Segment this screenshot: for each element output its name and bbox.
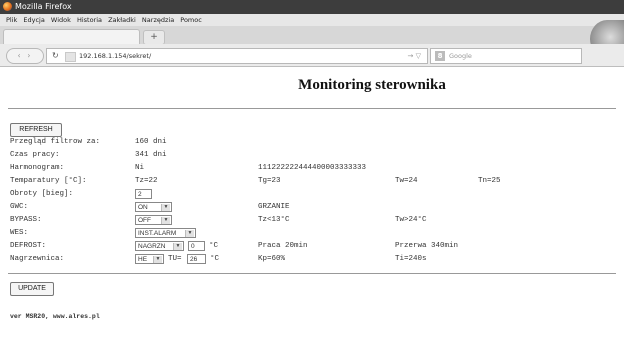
label-filtry: Przegląd filtrow za: (10, 138, 101, 146)
nagrzewnica-select[interactable]: HE ▼ (135, 254, 164, 264)
bypass-select[interactable]: OFF ▼ (135, 215, 172, 225)
search-placeholder: Google (449, 52, 472, 60)
value-tw: Tw=24 (395, 177, 418, 185)
go-arrow-icon[interactable]: → ▽ (408, 49, 421, 63)
url-text: 192.168.1.154/sekret/ (79, 52, 152, 60)
back-forward-button[interactable]: ‹ › (6, 48, 44, 64)
update-button[interactable]: UPDATE (10, 282, 54, 296)
label-temperatury: Temparatury [°C]: (10, 177, 87, 185)
chevron-down-icon[interactable]: ▼ (173, 243, 182, 250)
site-identity-icon[interactable] (65, 52, 76, 62)
address-bar[interactable]: ↻ 192.168.1.154/sekret/ → ▽ (46, 48, 428, 64)
menu-bar: Plik Edycja Widok Historia Zakładki Narz… (0, 14, 624, 26)
page-content: Monitoring sterownika REFRESH Przegląd f… (0, 67, 624, 355)
label-gwc: GWC: (10, 203, 29, 211)
wes-select-value: INST.ALARM (138, 230, 177, 237)
row-gwc: GWC: ON ▼ GRZANIE (10, 202, 610, 214)
defrost-przerwa: Przerwa 340min (395, 242, 459, 250)
obroty-input[interactable]: 2 (135, 189, 152, 199)
menu-narzedzia[interactable]: Narzędzia (142, 14, 174, 26)
label-bypass: BYPASS: (10, 216, 42, 224)
value-tg: Tg=23 (258, 177, 281, 185)
reload-icon[interactable]: ↻ (52, 49, 59, 63)
browser-tab-active[interactable] (3, 29, 140, 45)
value-kp: Kp=60% (258, 255, 286, 263)
menu-pomoc[interactable]: Pomoc (180, 14, 202, 26)
row-nagrzewnica: Nagrzewnica: HE ▼ TU= 26 °C Kp=60% Ti=24… (10, 254, 610, 266)
defrost-unit: °C (209, 242, 219, 250)
footer-version: ver MSR20, www.alres.pl (10, 313, 100, 320)
divider-bottom (8, 273, 616, 274)
value-tn: Tn=25 (478, 177, 501, 185)
nagrzewnica-select-value: HE (138, 256, 148, 263)
row-defrost: DEFROST: NAGRZN ▼ 0 °C Praca 20min Przer… (10, 241, 610, 253)
menu-historia[interactable]: Historia (77, 14, 102, 26)
gwc-select[interactable]: ON ▼ (135, 202, 172, 212)
gwc-status: GRZANIE (258, 203, 290, 211)
defrost-select-value: NAGRZN (138, 243, 166, 250)
menu-zakladki[interactable]: Zakładki (108, 14, 136, 26)
divider-top (8, 108, 616, 109)
bypass-cond-tz: Tz<13°C (258, 216, 290, 224)
wes-select[interactable]: INST.ALARM ▼ (135, 228, 196, 238)
label-defrost: DEFROST: (10, 242, 47, 250)
chevron-down-icon[interactable]: ▼ (161, 204, 170, 211)
chevron-down-icon[interactable]: ▼ (185, 230, 194, 237)
tu-label: TU= (168, 255, 182, 263)
defrost-praca: Praca 20min (258, 242, 308, 250)
window-title: Mozilla Firefox (15, 2, 72, 11)
bypass-cond-tw: Tw>24°C (395, 216, 427, 224)
page-title: Monitoring sterownika (298, 77, 446, 93)
chevron-down-icon[interactable]: ▼ (161, 217, 170, 224)
search-engine-icon[interactable]: 8 (435, 51, 445, 61)
label-harmonogram: Harmonogram: (10, 164, 65, 172)
defrost-temp-input[interactable]: 0 (188, 241, 205, 251)
label-obroty: Obroty [bieg]: (10, 190, 74, 198)
search-box[interactable]: 8 Google (430, 48, 582, 64)
row-wes: WES: INST.ALARM ▼ (10, 228, 610, 240)
defrost-select[interactable]: NAGRZN ▼ (135, 241, 184, 251)
chevron-down-icon[interactable]: ▼ (153, 256, 162, 263)
row-bypass: BYPASS: OFF ▼ Tz<13°C Tw>24°C (10, 215, 610, 227)
row-temperatury: Temparatury [°C]: Tz=22 Tg=23 Tw=24 Tn=2… (10, 177, 610, 188)
label-nagrzewnica: Nagrzewnica: (10, 255, 65, 263)
gwc-select-value: ON (138, 204, 148, 211)
label-czas: Czas pracy: (10, 151, 60, 159)
value-harmonogram: Ni (135, 164, 145, 172)
bypass-select-value: OFF (138, 217, 151, 224)
new-tab-button[interactable]: + (143, 30, 165, 45)
firefox-logo-icon (3, 2, 12, 11)
tu-input[interactable]: 26 (187, 254, 206, 264)
label-wes: WES: (10, 229, 29, 237)
value-ti: Ti=240s (395, 255, 427, 263)
value-filtry: 160 dni (135, 138, 167, 146)
row-obroty: Obroty [bieg]: 2 (10, 189, 610, 201)
menu-widok[interactable]: Widok (51, 14, 71, 26)
window-title-bar: Mozilla Firefox (0, 0, 624, 14)
menu-plik[interactable]: Plik (6, 14, 17, 26)
row-filtry: Przegląd filtrow za: 160 dni (10, 138, 610, 149)
row-harmonogram: Harmonogram: Ni 111222222444400003333333 (10, 164, 610, 175)
row-czas: Czas pracy: 341 dni (10, 151, 610, 162)
value-czas: 341 dni (135, 151, 167, 159)
refresh-button[interactable]: REFRESH (10, 123, 62, 137)
tu-unit: °C (210, 255, 220, 263)
menu-edycja[interactable]: Edycja (23, 14, 44, 26)
navigation-bar: ‹ › ↻ 192.168.1.154/sekret/ → ▽ 8 Google (0, 44, 624, 67)
value-tz: Tz=22 (135, 177, 158, 185)
tab-strip: + (0, 26, 624, 45)
schedule-string: 111222222444400003333333 (258, 164, 367, 172)
